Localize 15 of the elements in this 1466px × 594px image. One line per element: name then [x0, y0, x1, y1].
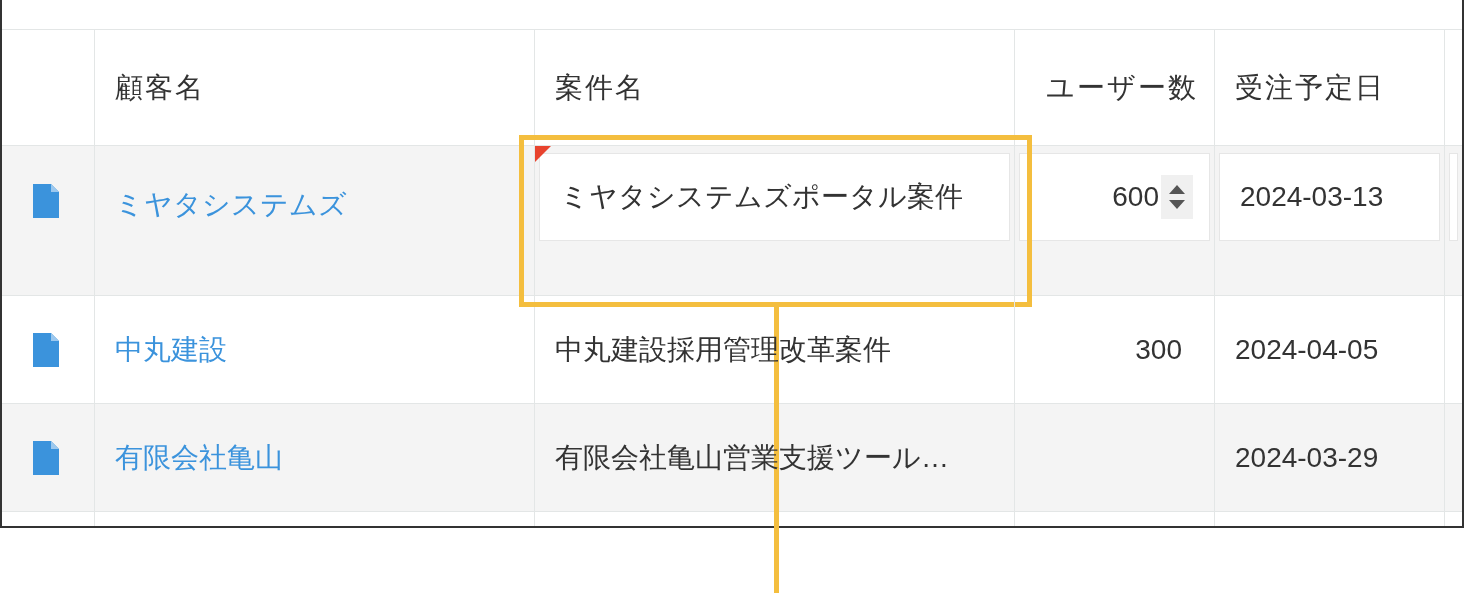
number-input[interactable]: 600 [1019, 153, 1210, 241]
date-input[interactable]: 2024-03-13 [1219, 153, 1440, 241]
table-cell-text: 2024-04-05 [1235, 332, 1379, 367]
column-header: ユーザー数 [1046, 70, 1198, 105]
document-icon [33, 184, 59, 218]
spinner-icon[interactable] [1161, 175, 1193, 219]
column-header: 受注予定日 [1235, 70, 1385, 105]
column-header: 案件名 [555, 70, 645, 105]
document-icon [33, 332, 59, 367]
project-input[interactable]: ミヤタシステムズポータル案件 [539, 153, 1010, 241]
input-field[interactable] [1449, 153, 1458, 241]
table-cell-text: 2024-03-29 [1235, 440, 1379, 475]
table-cell-text: 300 [1135, 332, 1182, 367]
column-header: 顧客名 [115, 70, 205, 105]
document-icon [33, 440, 59, 475]
